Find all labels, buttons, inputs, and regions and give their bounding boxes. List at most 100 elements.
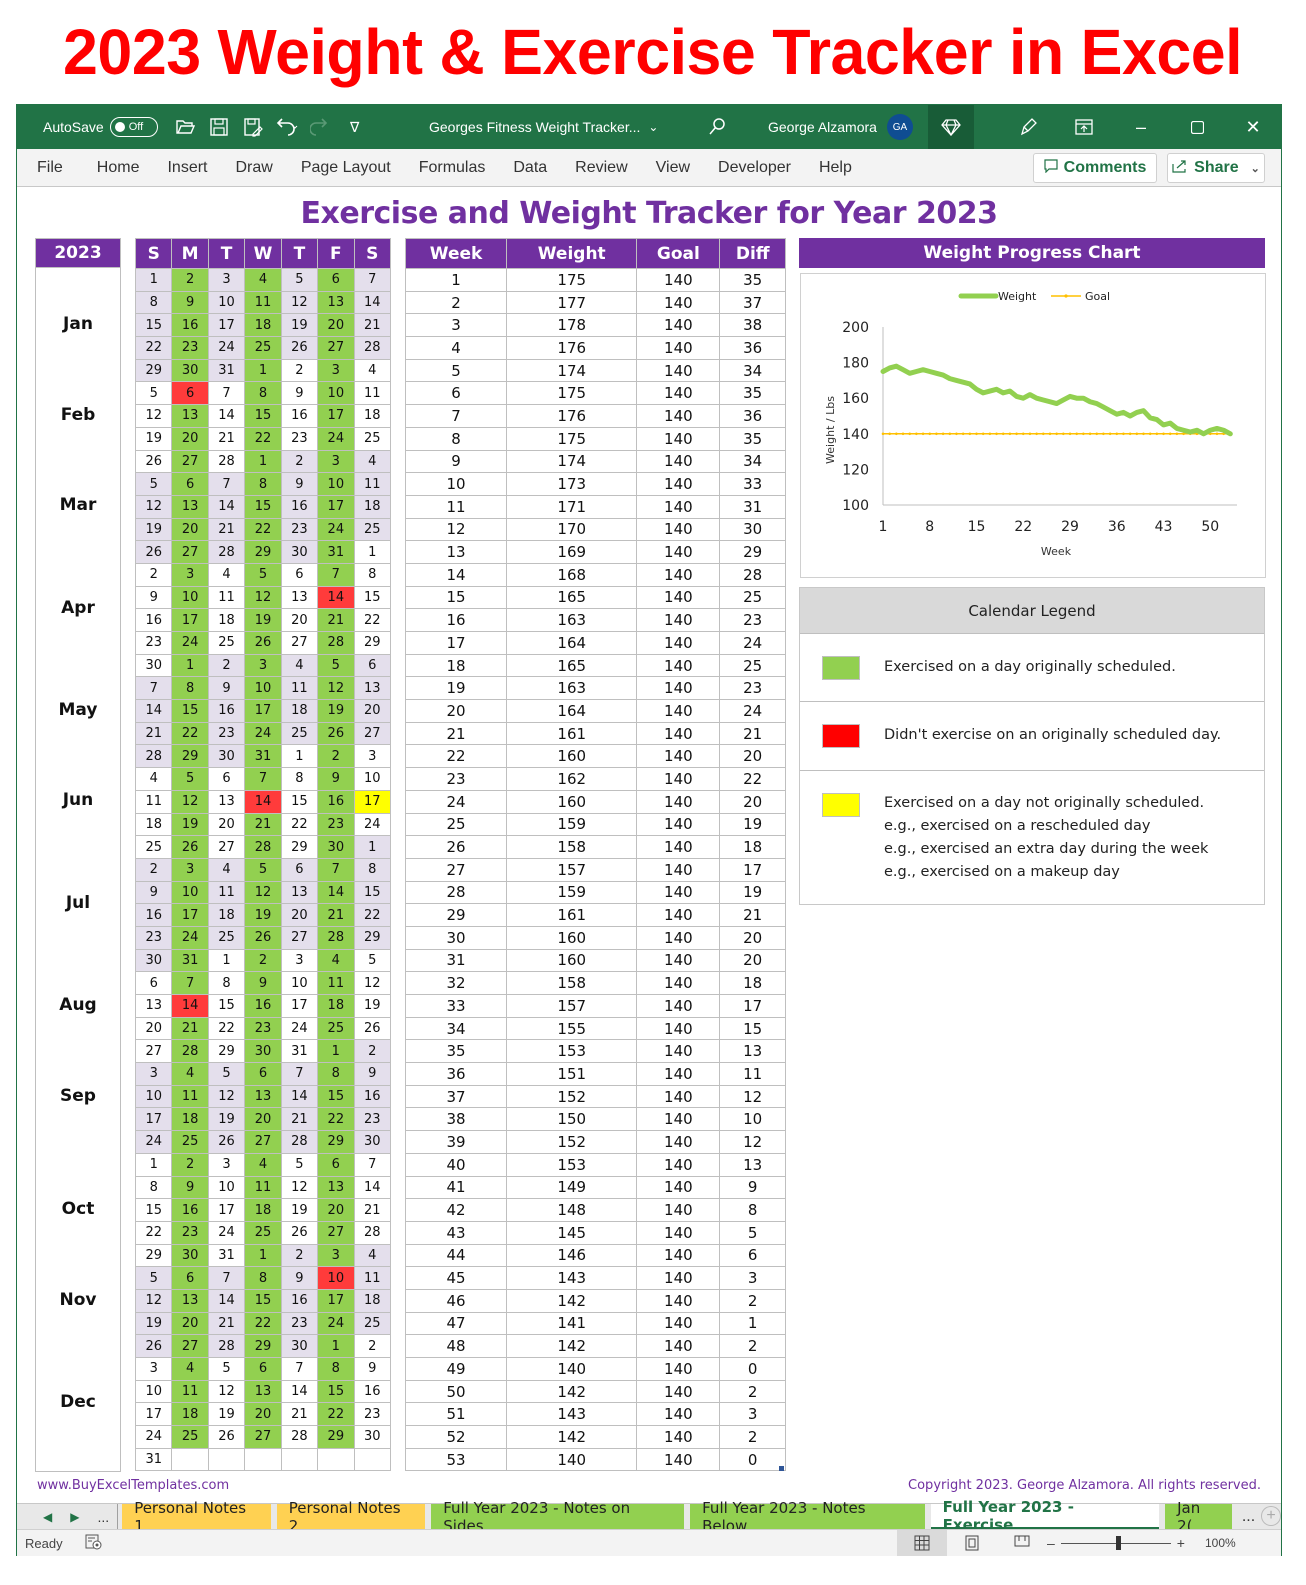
zoom-in-icon[interactable]: + xyxy=(1177,1535,1185,1551)
weight-cell[interactable]: 160 xyxy=(506,744,638,769)
calendar-day[interactable]: 20 xyxy=(171,1311,209,1336)
calendar-day[interactable]: 21 xyxy=(207,1311,246,1336)
calendar-day[interactable]: 17 xyxy=(171,903,209,927)
calendar-day[interactable]: 11 xyxy=(134,789,173,814)
calendar-day[interactable]: 11 xyxy=(171,1084,209,1109)
calendar-day[interactable]: 9 xyxy=(280,381,319,406)
calendar-day[interactable]: 11 xyxy=(353,381,392,406)
week-cell[interactable]: 40 xyxy=(404,1152,508,1177)
calendar-day[interactable]: 2 xyxy=(280,449,319,474)
calendar-day[interactable]: 3 xyxy=(317,1243,355,1268)
goal-cell[interactable]: 140 xyxy=(636,1107,721,1132)
goal-cell[interactable]: 140 xyxy=(636,1062,721,1086)
calendar-day[interactable]: 15 xyxy=(244,1288,282,1313)
calendar-day[interactable]: 17 xyxy=(317,404,355,428)
weight-cell[interactable]: 155 xyxy=(506,1016,638,1041)
calendar-day[interactable]: 29 xyxy=(171,744,209,769)
weight-cell[interactable]: 165 xyxy=(506,653,638,678)
calendar-day[interactable]: 30 xyxy=(207,744,246,769)
calendar-day[interactable]: 27 xyxy=(353,721,392,746)
week-cell[interactable]: 37 xyxy=(404,1084,508,1109)
calendar-day[interactable]: 15 xyxy=(134,1198,173,1222)
calendar-day[interactable]: 11 xyxy=(280,676,319,701)
weight-cell[interactable]: 163 xyxy=(506,676,638,701)
calendar-day[interactable]: 11 xyxy=(207,880,246,905)
calendar-day[interactable]: 2 xyxy=(171,268,209,292)
calendar-day[interactable]: 15 xyxy=(244,404,282,428)
diff-cell[interactable]: 18 xyxy=(719,971,786,995)
calendar-day[interactable]: 8 xyxy=(134,290,173,315)
calendar-day[interactable]: 5 xyxy=(244,857,282,882)
calendar-day[interactable]: 1 xyxy=(280,744,319,769)
calendar-day[interactable]: 2 xyxy=(134,562,173,587)
calendar-day[interactable]: 26 xyxy=(280,336,319,360)
calendar-day[interactable]: 1 xyxy=(171,653,209,678)
week-cell[interactable]: 24 xyxy=(404,789,508,814)
calendar-day[interactable]: 30 xyxy=(317,835,355,859)
calendar-day[interactable]: 4 xyxy=(353,1243,392,1268)
week-cell[interactable]: 1 xyxy=(404,268,508,292)
calendar-day[interactable]: 26 xyxy=(244,925,282,950)
calendar-day[interactable]: 22 xyxy=(134,336,173,360)
calendar-day[interactable]: 28 xyxy=(207,540,246,564)
week-cell[interactable]: 44 xyxy=(404,1243,508,1268)
goal-cell[interactable]: 140 xyxy=(636,721,721,746)
week-cell[interactable]: 39 xyxy=(404,1130,508,1154)
calendar-day[interactable]: 2 xyxy=(280,1243,319,1268)
calendar-day[interactable]: 16 xyxy=(280,494,319,519)
calendar-day[interactable]: 26 xyxy=(207,1130,246,1154)
calendar-day[interactable]: 5 xyxy=(134,472,173,496)
calendar-day[interactable]: 20 xyxy=(207,812,246,837)
goal-cell[interactable]: 140 xyxy=(636,880,721,905)
calendar-day[interactable]: 12 xyxy=(244,880,282,905)
calendar-day[interactable]: 31 xyxy=(280,1039,319,1064)
calendar-day[interactable]: 27 xyxy=(134,1039,173,1064)
calendar-day[interactable]: 11 xyxy=(244,1175,282,1200)
goal-cell[interactable]: 140 xyxy=(636,1084,721,1109)
calendar-day[interactable]: 6 xyxy=(244,1357,282,1381)
weight-cell[interactable]: 160 xyxy=(506,789,638,814)
calendar-day[interactable]: 20 xyxy=(317,1198,355,1222)
diff-cell[interactable]: 21 xyxy=(719,903,786,927)
calendar-day[interactable]: 25 xyxy=(353,517,392,542)
calendar-day[interactable]: 9 xyxy=(244,971,282,995)
weight-cell[interactable]: 157 xyxy=(506,994,638,1018)
calendar-day[interactable]: 8 xyxy=(171,676,209,701)
calendar-day[interactable]: 13 xyxy=(171,404,209,428)
calendar-day[interactable]: 22 xyxy=(171,721,209,746)
calendar-day[interactable]: 25 xyxy=(171,1130,209,1154)
calendar-day[interactable]: 2 xyxy=(171,1152,209,1177)
week-cell[interactable]: 51 xyxy=(404,1402,508,1427)
weight-cell[interactable]: 168 xyxy=(506,562,638,587)
calendar-day[interactable]: 12 xyxy=(207,1379,246,1404)
calendar-day[interactable]: 6 xyxy=(317,268,355,292)
diff-cell[interactable]: 13 xyxy=(719,1039,786,1064)
calendar-day[interactable]: 28 xyxy=(134,744,173,769)
calendar-day[interactable]: 9 xyxy=(280,472,319,496)
goal-cell[interactable]: 140 xyxy=(636,290,721,315)
open-folder-icon[interactable] xyxy=(172,105,198,149)
calendar-day[interactable]: 8 xyxy=(207,971,246,995)
calendar-day[interactable]: 1 xyxy=(244,449,282,474)
week-cell[interactable]: 33 xyxy=(404,994,508,1018)
diff-cell[interactable]: 35 xyxy=(719,381,786,406)
calendar-day[interactable]: 7 xyxy=(171,971,209,995)
goal-cell[interactable]: 140 xyxy=(636,1447,721,1472)
tab-more-right[interactable]: ... xyxy=(1238,1504,1255,1529)
weight-cell[interactable]: 152 xyxy=(506,1130,638,1154)
calendar-day[interactable]: 13 xyxy=(353,676,392,701)
goal-cell[interactable]: 140 xyxy=(636,1243,721,1268)
sheet-tab[interactable]: Full Year 2023 - Exercise xyxy=(930,1498,1160,1534)
calendar-day[interactable]: 7 xyxy=(280,1062,319,1086)
weight-cell[interactable]: 158 xyxy=(506,971,638,995)
week-cell[interactable]: 27 xyxy=(404,857,508,882)
weight-cell[interactable]: 140 xyxy=(506,1447,638,1472)
tab-prev-icon[interactable]: ◀ xyxy=(43,1510,52,1524)
calendar-day[interactable]: 29 xyxy=(353,631,392,655)
calendar-day[interactable]: 13 xyxy=(207,789,246,814)
calendar-day[interactable]: 7 xyxy=(280,1357,319,1381)
calendar-day[interactable]: 8 xyxy=(353,562,392,587)
weight-cell[interactable]: 160 xyxy=(506,948,638,973)
calendar-day[interactable]: 11 xyxy=(244,290,282,315)
calendar-day[interactable]: 19 xyxy=(207,1402,246,1427)
